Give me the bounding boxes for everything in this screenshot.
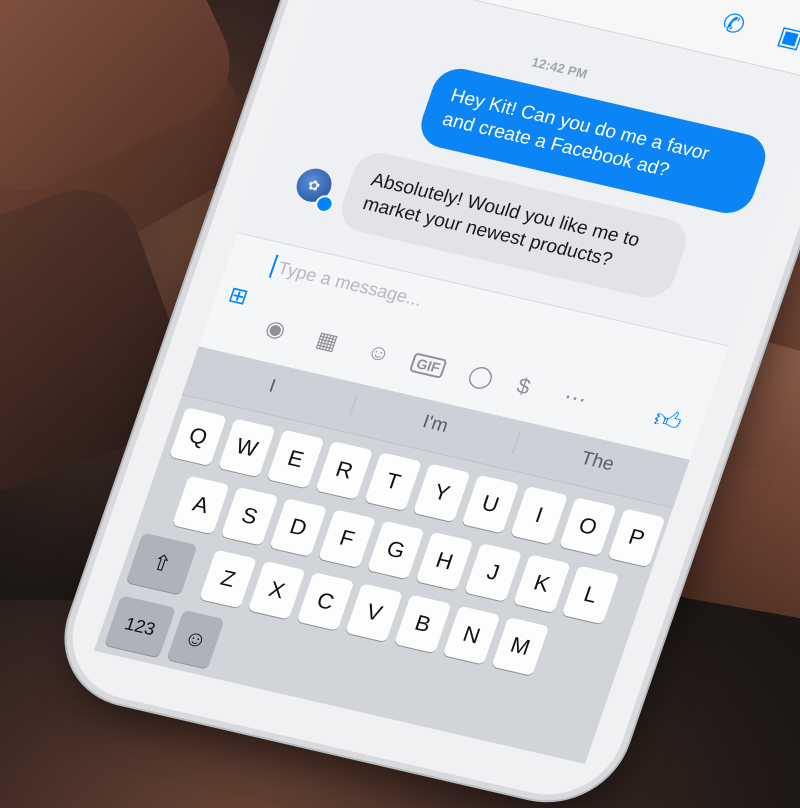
key-r[interactable]: R [315,440,374,500]
key-d[interactable]: D [269,498,328,557]
key-f[interactable]: F [318,509,376,569]
image-icon[interactable]: ▦ [313,326,341,355]
message-input[interactable]: Type a message... [275,258,425,311]
key-t[interactable]: T [363,452,422,512]
key-b[interactable]: B [393,594,452,654]
emoji-keyboard-icon[interactable]: ☺ [166,609,225,669]
gif-icon[interactable]: GIF [408,352,448,379]
key-v[interactable]: V [345,583,404,643]
shift-key[interactable]: ⇧ [125,532,198,595]
key-n[interactable]: N [442,605,501,665]
phone-body: ✆ ▣ 12:42 PM Hey Kit! Can you do me a fa… [53,0,800,808]
video-camera-icon[interactable]: ▣ [774,20,800,55]
key-m[interactable]: M [491,617,550,676]
key-w[interactable]: W [217,418,276,478]
key-c[interactable]: C [296,572,355,631]
key-i[interactable]: I [510,485,569,545]
like-icon[interactable]: 👍︎ [650,403,686,439]
key-y[interactable]: Y [412,463,471,523]
messenger-screen: ✆ ▣ 12:42 PM Hey Kit! Can you do me a fa… [93,0,800,765]
key-l[interactable]: L [561,565,620,625]
phone: ✆ ▣ 12:42 PM Hey Kit! Can you do me a fa… [0,0,800,808]
key-o[interactable]: O [558,497,617,557]
microphone-icon[interactable]: ◯ [465,362,497,392]
key-s[interactable]: S [220,486,279,546]
more-icon[interactable]: ⋯ [560,384,591,414]
key-u[interactable]: U [461,474,520,534]
key-g[interactable]: G [366,520,425,580]
key-q[interactable]: Q [169,407,228,467]
emoji-icon[interactable]: ☺ [363,338,394,368]
key-k[interactable]: K [512,554,571,614]
camera-icon[interactable]: ◉ [262,315,289,344]
phone-icon[interactable]: ✆ [718,7,749,41]
payment-icon[interactable]: $ [513,373,534,400]
key-x[interactable]: X [247,560,306,620]
key-j[interactable]: J [464,543,523,602]
key-e[interactable]: E [266,429,325,489]
numbers-key[interactable]: 123 [104,595,176,658]
apps-icon[interactable]: ⊞ [224,282,260,315]
key-h[interactable]: H [415,531,474,591]
key-p[interactable]: P [607,508,666,568]
key-a[interactable]: A [171,475,230,535]
